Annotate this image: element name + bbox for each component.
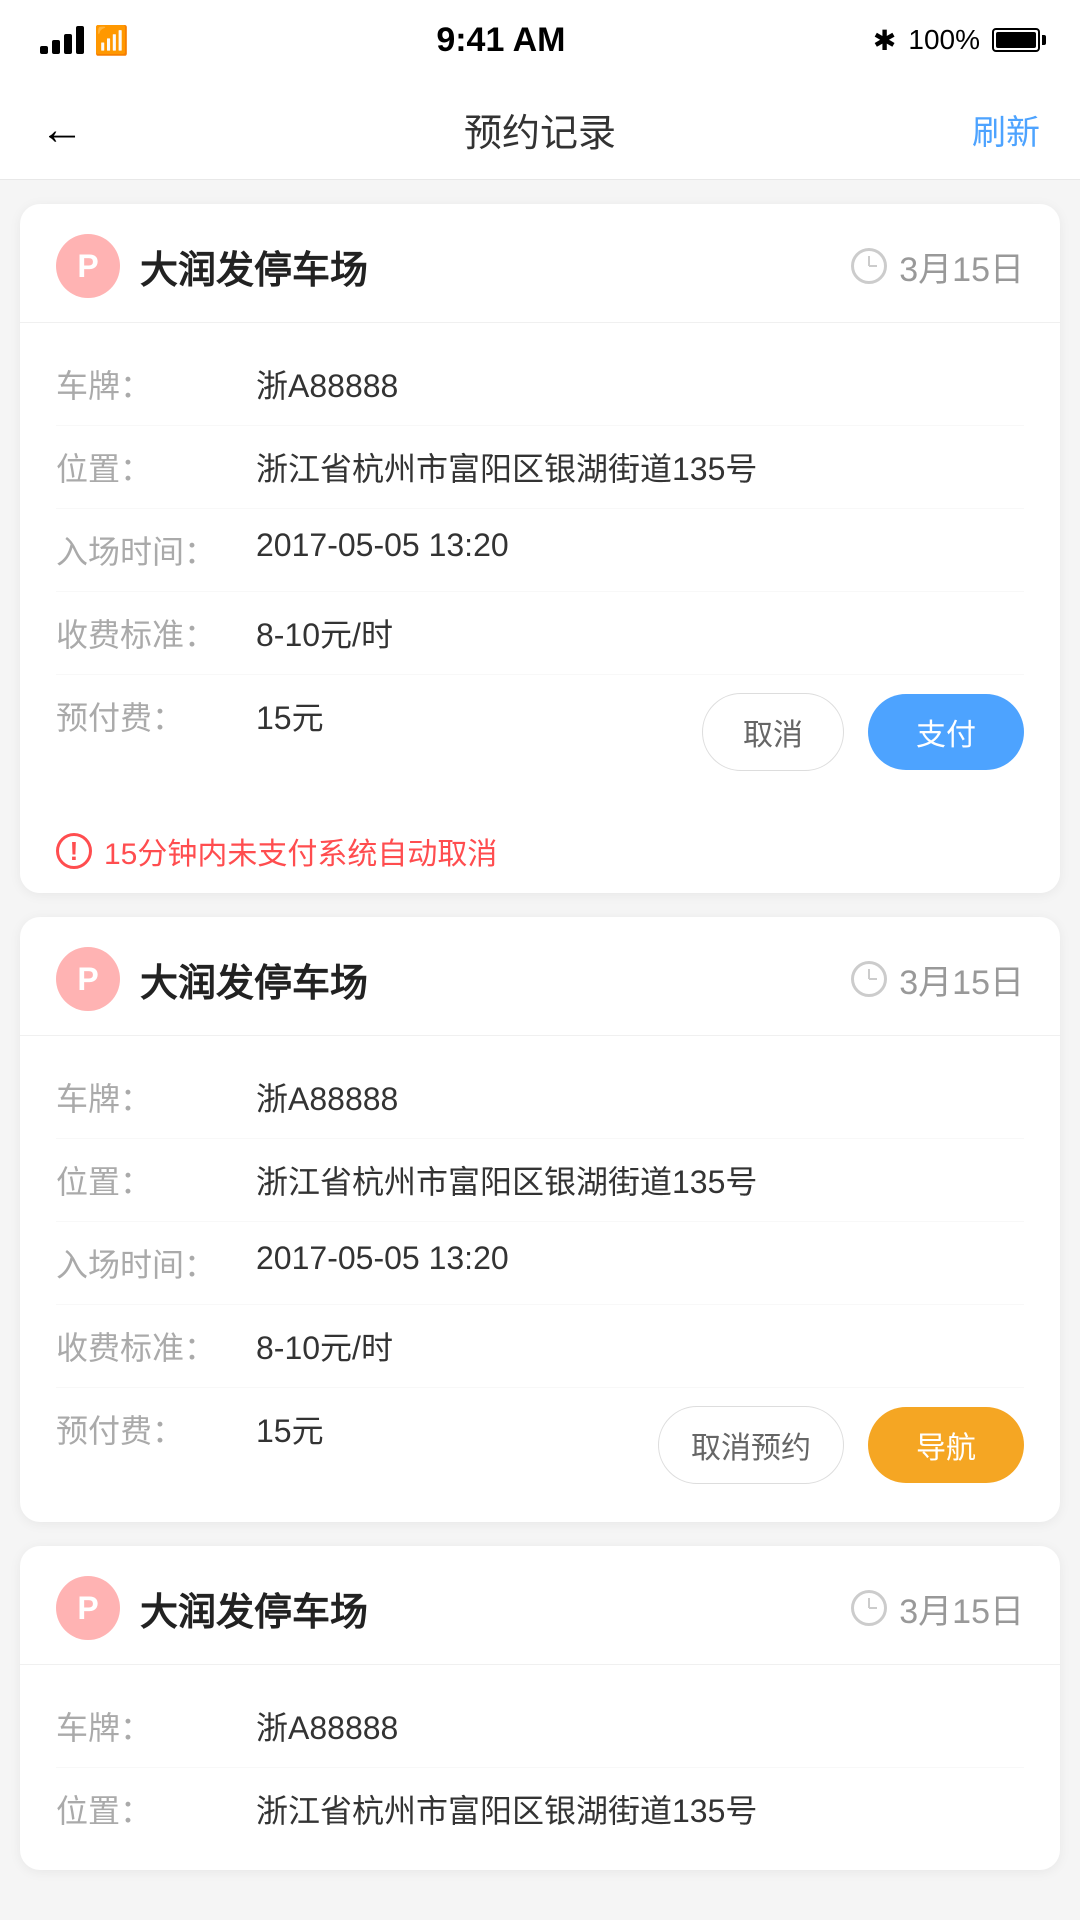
label-plate-2: 车牌：	[56, 1074, 256, 1120]
info-row-rate-1: 收费标准： 8-10元/时	[56, 592, 1024, 675]
card-3-header: P 大润发停车场 3月15日	[20, 1546, 1060, 1665]
value-rate-1: 8-10元/时	[256, 610, 1024, 656]
card-3-body: 车牌： 浙A88888 位置： 浙江省杭州市富阳区银湖街道135号	[20, 1665, 1060, 1870]
info-row-location-1: 位置： 浙江省杭州市富阳区银湖街道135号	[56, 426, 1024, 509]
value-rate-2: 8-10元/时	[256, 1323, 1024, 1369]
card-date-1: 3月15日	[899, 242, 1024, 291]
page-title: 预约记录	[464, 102, 616, 157]
label-location-3: 位置：	[56, 1786, 256, 1832]
status-time: 9:41 AM	[436, 21, 565, 60]
card-2-header-right: 3月15日	[851, 955, 1024, 1004]
info-row-location-3: 位置： 浙江省杭州市富阳区银湖街道135号	[56, 1768, 1024, 1850]
card-date-2: 3月15日	[899, 955, 1024, 1004]
label-rate-1: 收费标准：	[56, 610, 256, 656]
info-row-plate-1: 车牌： 浙A88888	[56, 343, 1024, 426]
reservation-card-1: P 大润发停车场 3月15日 车牌： 浙A88888 位置： 浙江省杭州市富阳区…	[20, 204, 1060, 893]
value-prepay-2: 15元	[256, 1406, 658, 1452]
nav-bar: ← 预约记录 刷新	[0, 80, 1080, 180]
label-prepay-1: 预付费：	[56, 693, 256, 739]
value-plate-3: 浙A88888	[256, 1703, 1024, 1749]
main-content: P 大润发停车场 3月15日 车牌： 浙A88888 位置： 浙江省杭州市富阳区…	[0, 180, 1080, 1894]
navigate-button-2[interactable]: 导航	[868, 1407, 1024, 1483]
card-2-actions: 取消预约 导航	[658, 1406, 1024, 1484]
value-plate-2: 浙A88888	[256, 1074, 1024, 1120]
reservation-card-3: P 大润发停车场 3月15日 车牌： 浙A88888 位置： 浙江省杭州市富阳区…	[20, 1546, 1060, 1870]
card-1-header: P 大润发停车场 3月15日	[20, 204, 1060, 323]
battery-icon	[992, 28, 1040, 52]
parking-name-2: 大润发停车场	[140, 952, 368, 1007]
pay-button-1[interactable]: 支付	[868, 694, 1024, 770]
reservation-card-2: P 大润发停车场 3月15日 车牌： 浙A88888 位置： 浙江省杭州市富阳区…	[20, 917, 1060, 1522]
value-prepay-1: 15元	[256, 693, 702, 739]
warning-icon-1: !	[56, 833, 92, 869]
warning-text-1: 15分钟内未支付系统自动取消	[104, 829, 497, 873]
info-row-location-2: 位置： 浙江省杭州市富阳区银湖街道135号	[56, 1139, 1024, 1222]
label-time-1: 入场时间：	[56, 527, 256, 573]
label-location-1: 位置：	[56, 444, 256, 490]
cancel-reservation-button-2[interactable]: 取消预约	[658, 1406, 844, 1484]
parking-icon-1: P	[56, 234, 120, 298]
info-row-prepay-1: 预付费： 15元 取消 支付	[56, 675, 1024, 789]
label-plate-3: 车牌：	[56, 1703, 256, 1749]
info-row-rate-2: 收费标准： 8-10元/时	[56, 1305, 1024, 1388]
warning-row-1: ! 15分钟内未支付系统自动取消	[20, 809, 1060, 893]
clock-icon-2	[851, 961, 887, 997]
card-2-header: P 大润发停车场 3月15日	[20, 917, 1060, 1036]
label-plate-1: 车牌：	[56, 361, 256, 407]
label-location-2: 位置：	[56, 1157, 256, 1203]
value-time-1: 2017-05-05 13:20	[256, 527, 1024, 564]
parking-name-1: 大润发停车场	[140, 239, 368, 294]
battery-percent: 100%	[908, 24, 980, 56]
card-1-actions: 取消 支付	[702, 693, 1024, 771]
card-2-body: 车牌： 浙A88888 位置： 浙江省杭州市富阳区银湖街道135号 入场时间： …	[20, 1036, 1060, 1522]
wifi-icon: 📶	[94, 24, 129, 57]
status-left: 📶	[40, 24, 129, 57]
status-bar: 📶 9:41 AM ✱ 100%	[0, 0, 1080, 80]
card-3-header-right: 3月15日	[851, 1584, 1024, 1633]
card-1-header-right: 3月15日	[851, 242, 1024, 291]
card-1-body: 车牌： 浙A88888 位置： 浙江省杭州市富阳区银湖街道135号 入场时间： …	[20, 323, 1060, 809]
cancel-button-1[interactable]: 取消	[702, 693, 844, 771]
bluetooth-icon: ✱	[873, 24, 896, 57]
parking-icon-2: P	[56, 947, 120, 1011]
clock-icon-3	[851, 1590, 887, 1626]
value-location-3: 浙江省杭州市富阳区银湖街道135号	[256, 1786, 1024, 1832]
label-prepay-2: 预付费：	[56, 1406, 256, 1452]
info-row-plate-2: 车牌： 浙A88888	[56, 1056, 1024, 1139]
signal-icon	[40, 26, 84, 54]
value-location-2: 浙江省杭州市富阳区银湖街道135号	[256, 1157, 1024, 1203]
value-plate-1: 浙A88888	[256, 361, 1024, 407]
info-row-time-1: 入场时间： 2017-05-05 13:20	[56, 509, 1024, 592]
card-1-header-left: P 大润发停车场	[56, 234, 368, 298]
label-rate-2: 收费标准：	[56, 1323, 256, 1369]
clock-icon-1	[851, 248, 887, 284]
label-time-2: 入场时间：	[56, 1240, 256, 1286]
back-button[interactable]: ←	[40, 105, 120, 155]
status-right: ✱ 100%	[873, 24, 1040, 57]
card-3-header-left: P 大润发停车场	[56, 1576, 368, 1640]
info-row-prepay-2: 预付费： 15元 取消预约 导航	[56, 1388, 1024, 1502]
info-row-time-2: 入场时间： 2017-05-05 13:20	[56, 1222, 1024, 1305]
card-date-3: 3月15日	[899, 1584, 1024, 1633]
value-location-1: 浙江省杭州市富阳区银湖街道135号	[256, 444, 1024, 490]
parking-icon-3: P	[56, 1576, 120, 1640]
refresh-button[interactable]: 刷新	[960, 105, 1040, 154]
info-row-plate-3: 车牌： 浙A88888	[56, 1685, 1024, 1768]
parking-name-3: 大润发停车场	[140, 1581, 368, 1636]
card-2-header-left: P 大润发停车场	[56, 947, 368, 1011]
value-time-2: 2017-05-05 13:20	[256, 1240, 1024, 1277]
